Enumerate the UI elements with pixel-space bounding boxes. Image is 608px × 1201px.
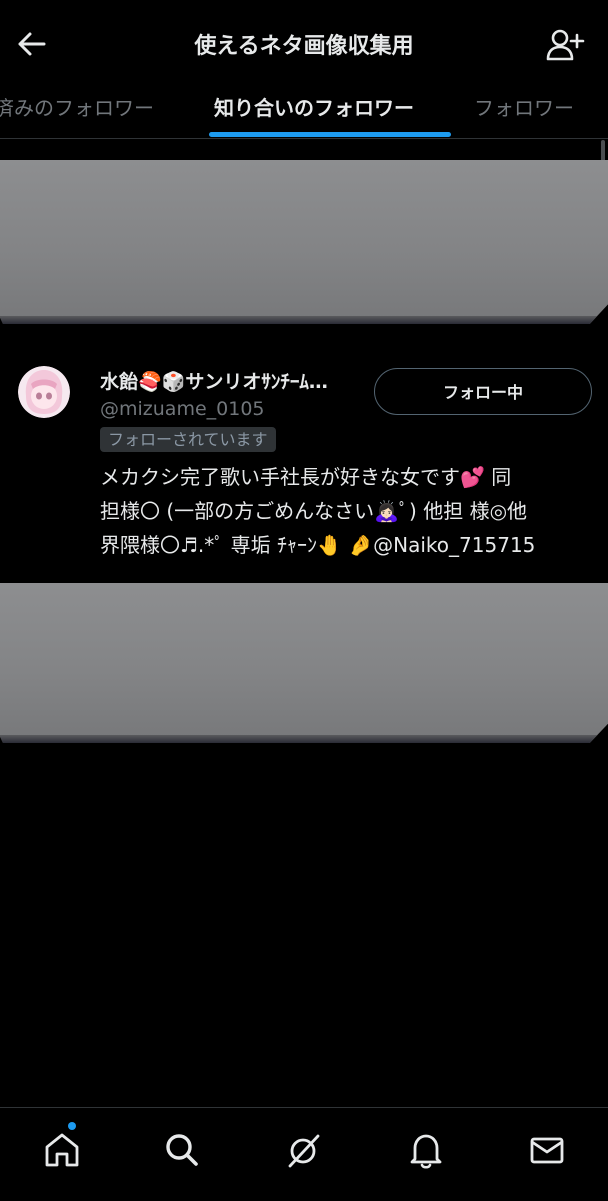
page-title: 使えるネタ画像収集用 [194,34,414,59]
grok-icon[interactable] [284,1130,324,1170]
search-icon[interactable] [162,1130,202,1170]
bio-line: メカクシ完了歌い手社長が好きな女です💕 同 [100,465,512,489]
avatar[interactable] [18,366,70,418]
bottom-navigation [0,1107,608,1201]
home-notification-dot [68,1122,76,1130]
user-display-name[interactable]: 水飴🍣🎲サンリオｻﾝﾁｰﾑ… [100,367,328,394]
user-handle[interactable]: @mizuame_0105 [100,398,265,420]
tab-verified-followers[interactable]: 済みのフォロワー [0,92,154,121]
following-button[interactable]: フォロー中 [374,368,592,415]
tab-followers-you-know[interactable]: 知り合いのフォロワー [214,92,414,121]
back-arrow-icon[interactable] [14,26,50,62]
bell-icon[interactable] [406,1130,446,1170]
top-app-bar: 使えるネタ画像収集用 [0,0,608,80]
tab-followers[interactable]: フォロワー [474,92,574,121]
mail-icon[interactable] [527,1130,567,1170]
home-icon[interactable] [42,1130,82,1170]
active-tab-indicator [209,132,451,137]
follower-tabs: 済みのフォロワー 知り合いのフォロワー フォロワー [0,80,608,139]
bio-line: 担様〇 (一部の方ごめんなさい🙇🏻‍♀️ﾟ) 他担 様◎他 [100,499,528,523]
add-user-icon[interactable] [545,26,585,64]
gray-slab-overlay-top [0,160,608,324]
gray-slab-overlay-bottom [0,583,608,743]
user-bio: メカクシ完了歌い手社長が好きな女です💕 同 担様〇 (一部の方ごめんなさい🙇🏻‍… [100,460,600,562]
bio-line: 界隈様〇♬.*ﾟ 専垢 ﾁｬｰﾝ🤚 🤌@Naiko_715715 [100,533,536,557]
follows-you-badge: フォローされています [100,427,276,452]
